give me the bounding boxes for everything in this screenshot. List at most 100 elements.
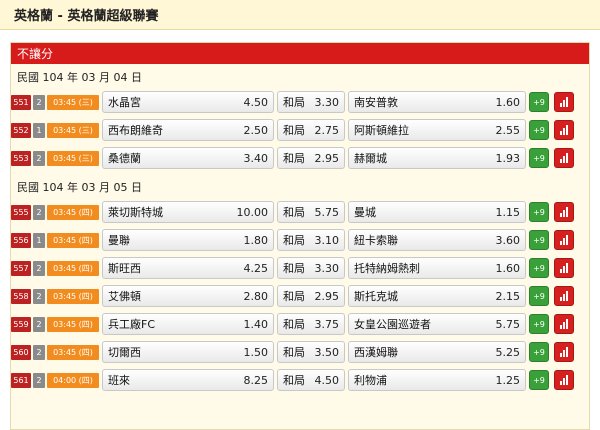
home-odds-button[interactable]: 班來 8.25 (102, 369, 274, 391)
kickoff-time-badge: 03:45 (四) (47, 232, 99, 248)
channel-badge: 2 (33, 372, 45, 388)
channel-badge: 2 (33, 150, 45, 166)
stats-button[interactable] (554, 148, 574, 168)
more-bets-button[interactable]: +9 (529, 286, 549, 306)
stats-button[interactable] (554, 202, 574, 222)
home-odds-button[interactable]: 曼聯 1.80 (102, 229, 274, 251)
home-odds: 4.50 (243, 95, 269, 109)
stats-button[interactable] (554, 230, 574, 250)
draw-odds: 2.95 (314, 289, 340, 303)
away-team-name: 阿斯頓維拉 (354, 124, 409, 137)
away-odds-button[interactable]: 曼城 1.15 (348, 201, 526, 223)
away-odds-button[interactable]: 赫爾城 1.93 (348, 147, 526, 169)
draw-label: 和局 (283, 206, 305, 219)
more-bets-button[interactable]: +9 (529, 370, 549, 390)
channel-badge: 2 (33, 316, 45, 332)
match-number-badge: 559 (11, 316, 31, 332)
channel-badge: 2 (33, 94, 45, 110)
draw-label: 和局 (283, 318, 305, 331)
bar-chart-icon (560, 97, 568, 107)
home-odds-button[interactable]: 萊切斯特城 10.00 (102, 201, 274, 223)
more-bets-button[interactable]: +9 (529, 314, 549, 334)
home-team-name: 斯旺西 (108, 262, 141, 275)
draw-odds-button[interactable]: 和局 2.95 (277, 285, 345, 307)
more-bets-button[interactable]: +9 (529, 342, 549, 362)
away-odds-button[interactable]: 斯托克城 2.15 (348, 285, 526, 307)
stats-button[interactable] (554, 286, 574, 306)
home-odds: 8.25 (243, 373, 269, 387)
home-team-name: 水晶宮 (108, 96, 141, 109)
home-team-name: 桑德蘭 (108, 152, 141, 165)
channel-badge: 2 (33, 204, 45, 220)
away-odds-button[interactable]: 阿斯頓維拉 2.55 (348, 119, 526, 141)
away-team-name: 女皇公園巡遊者 (354, 318, 431, 331)
kickoff-time-badge: 03:45 (四) (47, 288, 99, 304)
home-odds-button[interactable]: 切爾西 1.50 (102, 341, 274, 363)
away-odds-button[interactable]: 南安普敦 1.60 (348, 91, 526, 113)
kickoff-time-badge: 03:45 (四) (47, 204, 99, 220)
league-title: 英格蘭 - 英格蘭超級聯賽 (0, 0, 600, 30)
bar-chart-icon (560, 235, 568, 245)
draw-odds-button[interactable]: 和局 3.30 (277, 91, 345, 113)
home-odds: 3.40 (243, 151, 269, 165)
stats-button[interactable] (554, 92, 574, 112)
draw-odds-button[interactable]: 和局 2.75 (277, 119, 345, 141)
draw-odds: 3.50 (314, 345, 340, 359)
stats-button[interactable] (554, 314, 574, 334)
away-odds: 1.15 (495, 205, 521, 219)
stats-button[interactable] (554, 370, 574, 390)
more-bets-button[interactable]: +9 (529, 120, 549, 140)
date-header: 民國 104 年 03 月 04 日 (17, 71, 142, 84)
draw-odds-button[interactable]: 和局 2.95 (277, 147, 345, 169)
home-team-name: 切爾西 (108, 346, 141, 359)
bar-chart-icon (560, 347, 568, 357)
channel-badge: 2 (33, 344, 45, 360)
channel-badge: 2 (33, 260, 45, 276)
home-odds-button[interactable]: 桑德蘭 3.40 (102, 147, 274, 169)
kickoff-time-badge: 03:45 (三) (47, 150, 99, 166)
home-odds: 10.00 (236, 205, 269, 219)
away-odds-button[interactable]: 女皇公園巡遊者 5.75 (348, 313, 526, 335)
home-team-name: 班來 (108, 374, 130, 387)
channel-badge: 1 (33, 122, 45, 138)
draw-odds: 3.75 (314, 317, 340, 331)
away-odds: 5.25 (495, 345, 521, 359)
away-odds-button[interactable]: 利物浦 1.25 (348, 369, 526, 391)
odds-panel: 不讓分 民國 104 年 03 月 04 日 551 2 03:45 (三) 水晶宮 4.… (10, 42, 590, 430)
away-odds-button[interactable]: 托特納姆熱刺 1.60 (348, 257, 526, 279)
draw-odds: 4.50 (314, 373, 340, 387)
home-team-name: 西布朗維奇 (108, 124, 163, 137)
away-odds-button[interactable]: 紐卡索聯 3.60 (348, 229, 526, 251)
draw-odds-button[interactable]: 和局 3.75 (277, 313, 345, 335)
away-team-name: 利物浦 (354, 374, 387, 387)
match-row: 555 2 03:45 (四) 萊切斯特城 10.00 和局 5.75 曼城 1.15 +9 (11, 200, 589, 224)
draw-odds-button[interactable]: 和局 5.75 (277, 201, 345, 223)
stats-button[interactable] (554, 120, 574, 140)
draw-odds-button[interactable]: 和局 3.30 (277, 257, 345, 279)
more-bets-button[interactable]: +9 (529, 258, 549, 278)
kickoff-time-badge: 03:45 (四) (47, 344, 99, 360)
home-odds-button[interactable]: 斯旺西 4.25 (102, 257, 274, 279)
stats-button[interactable] (554, 342, 574, 362)
home-odds-button[interactable]: 水晶宮 4.50 (102, 91, 274, 113)
home-odds-button[interactable]: 艾佛頓 2.80 (102, 285, 274, 307)
match-number-badge: 557 (11, 260, 31, 276)
more-bets-button[interactable]: +9 (529, 230, 549, 250)
home-odds: 2.50 (243, 123, 269, 137)
draw-label: 和局 (283, 290, 305, 303)
draw-odds-button[interactable]: 和局 3.50 (277, 341, 345, 363)
more-bets-button[interactable]: +9 (529, 148, 549, 168)
draw-odds-button[interactable]: 和局 3.10 (277, 229, 345, 251)
more-bets-button[interactable]: +9 (529, 202, 549, 222)
draw-odds-button[interactable]: 和局 4.50 (277, 369, 345, 391)
home-odds-button[interactable]: 兵工廠FC 1.40 (102, 313, 274, 335)
away-odds-button[interactable]: 西漢姆聯 5.25 (348, 341, 526, 363)
draw-odds: 3.10 (314, 233, 340, 247)
match-groups: 民國 104 年 03 月 04 日 551 2 03:45 (三) 水晶宮 4.50 和局… (11, 64, 589, 392)
draw-label: 和局 (283, 262, 305, 275)
home-team-name: 萊切斯特城 (108, 206, 163, 219)
stats-button[interactable] (554, 258, 574, 278)
more-bets-button[interactable]: +9 (529, 92, 549, 112)
draw-odds: 3.30 (314, 261, 340, 275)
home-odds-button[interactable]: 西布朗維奇 2.50 (102, 119, 274, 141)
